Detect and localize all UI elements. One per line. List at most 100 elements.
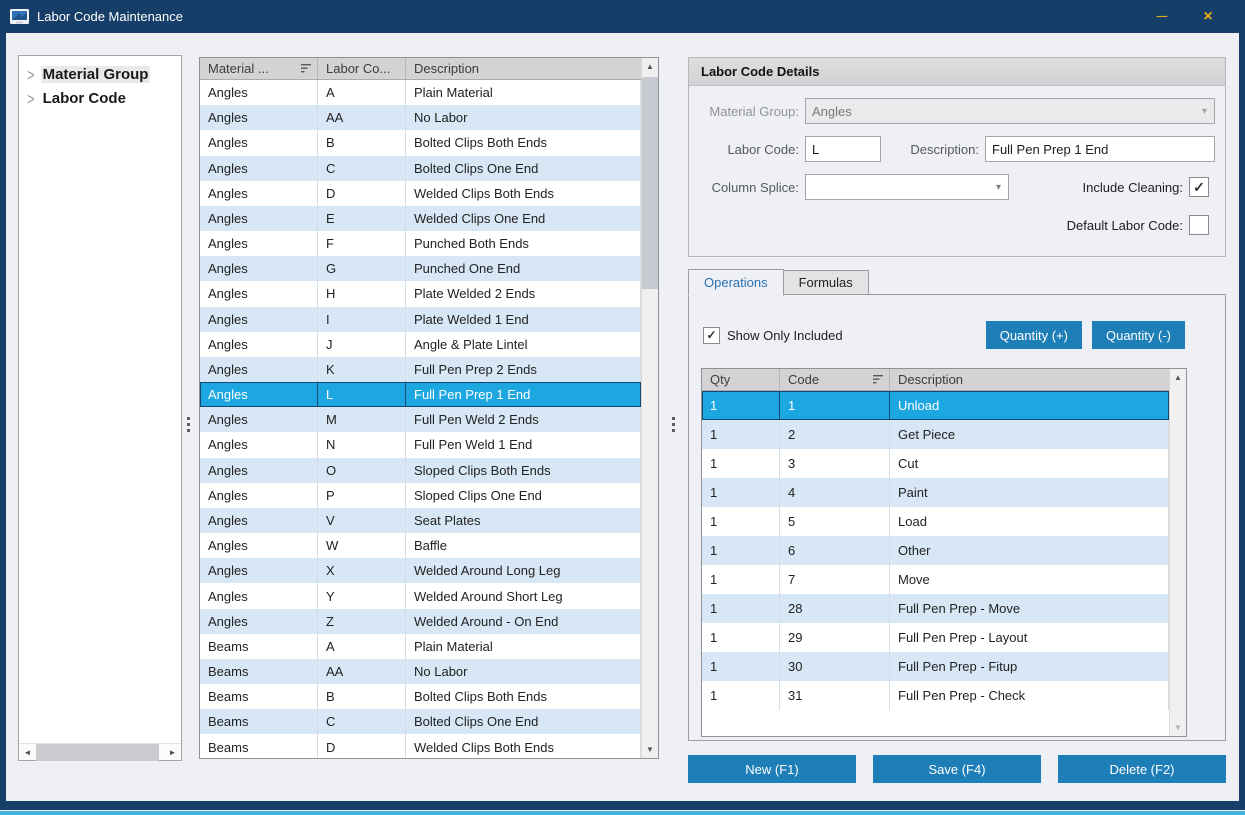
labor-grid-row[interactable]: Angles O Sloped Clips Both Ends xyxy=(200,458,641,483)
cell-code: 30 xyxy=(780,652,890,681)
operation-row[interactable]: 1 30 Full Pen Prep - Fitup xyxy=(702,652,1169,681)
description-input[interactable] xyxy=(992,137,1214,161)
tree-horizontal-scrollbar[interactable]: ◄ ► xyxy=(19,743,181,760)
labor-grid-row[interactable]: Angles X Welded Around Long Leg xyxy=(200,558,641,583)
cell-material-group: Angles xyxy=(200,80,318,105)
cell-description: Welded Around Short Leg xyxy=(406,583,641,608)
labor-grid-row[interactable]: Angles Z Welded Around - On End xyxy=(200,609,641,634)
operations-grid: Qty Code Description xyxy=(701,368,1187,737)
labor-grid-row[interactable]: Angles V Seat Plates xyxy=(200,508,641,533)
labor-grid-row[interactable]: Angles B Bolted Clips Both Ends xyxy=(200,130,641,155)
scroll-down-icon[interactable]: ▼ xyxy=(642,745,658,754)
labor-grid-row[interactable]: Angles G Punched One End xyxy=(200,256,641,281)
operation-row[interactable]: 1 2 Get Piece xyxy=(702,420,1169,449)
labor-grid-scrollbar[interactable]: ▲ ▼ xyxy=(641,58,658,758)
cell-description: Cut xyxy=(890,449,1169,478)
operations-grid-scrollbar[interactable]: ▲ ▼ xyxy=(1169,369,1186,736)
column-header-description[interactable]: Description xyxy=(406,58,641,79)
window-bottom-border xyxy=(0,801,1245,810)
operation-row[interactable]: 1 3 Cut xyxy=(702,449,1169,478)
labor-grid-row[interactable]: Angles P Sloped Clips One End xyxy=(200,483,641,508)
bottom-accent-strip xyxy=(0,810,1245,815)
column-header-material-group[interactable]: Material ... xyxy=(200,58,318,79)
labor-grid-row[interactable]: Angles Y Welded Around Short Leg xyxy=(200,583,641,608)
minimize-button[interactable]: ─ xyxy=(1139,0,1185,33)
cell-labor-code: B xyxy=(318,130,406,155)
labor-grid-row[interactable]: Angles W Baffle xyxy=(200,533,641,558)
default-labor-code-checkbox[interactable] xyxy=(1189,215,1209,235)
splitter-handle-right[interactable] xyxy=(669,409,677,439)
tab-formulas[interactable]: Formulas xyxy=(784,270,869,295)
operation-row[interactable]: 1 5 Load xyxy=(702,507,1169,536)
labor-grid-row[interactable]: Angles I Plate Welded 1 End xyxy=(200,307,641,332)
labor-code-input[interactable] xyxy=(812,137,880,161)
tree-item[interactable]: > Material Group xyxy=(19,62,181,86)
details-panel-title: Labor Code Details xyxy=(689,58,1225,86)
cell-description: Bolted Clips Both Ends xyxy=(406,684,641,709)
cell-labor-code: B xyxy=(318,684,406,709)
labor-grid-row[interactable]: Angles L Full Pen Prep 1 End xyxy=(200,382,641,407)
labor-grid-row[interactable]: Angles J Angle & Plate Lintel xyxy=(200,332,641,357)
scroll-down-icon[interactable]: ▼ xyxy=(1170,723,1186,732)
column-header-description[interactable]: Description xyxy=(890,369,1169,390)
close-button[interactable]: × xyxy=(1185,0,1231,33)
quantity-minus-button[interactable]: Quantity (-) xyxy=(1092,321,1185,349)
splitter-handle-left[interactable] xyxy=(184,409,192,439)
quantity-plus-button[interactable]: Quantity (+) xyxy=(986,321,1082,349)
labor-grid-row[interactable]: Beams D Welded Clips Both Ends xyxy=(200,734,641,758)
cell-material-group: Angles xyxy=(200,105,318,130)
cell-labor-code: O xyxy=(318,458,406,483)
chevron-right-icon[interactable]: > xyxy=(27,88,35,108)
scroll-left-icon[interactable]: ◄ xyxy=(19,748,36,757)
labor-grid-row[interactable]: Angles K Full Pen Prep 2 Ends xyxy=(200,357,641,382)
include-cleaning-checkbox[interactable]: ✓ xyxy=(1189,177,1209,197)
scroll-up-icon[interactable]: ▲ xyxy=(1170,373,1186,382)
tab-operations[interactable]: Operations xyxy=(688,269,784,296)
labor-grid-row[interactable]: Angles E Welded Clips One End xyxy=(200,206,641,231)
labor-grid-row[interactable]: Beams B Bolted Clips Both Ends xyxy=(200,684,641,709)
cell-description: No Labor xyxy=(406,659,641,684)
operation-row[interactable]: 1 7 Move xyxy=(702,565,1169,594)
delete-button[interactable]: Delete (F2) xyxy=(1058,755,1226,783)
operation-row[interactable]: 1 4 Paint xyxy=(702,478,1169,507)
operation-row[interactable]: 1 1 Unload xyxy=(702,391,1169,420)
labor-code-field[interactable] xyxy=(805,136,881,162)
description-field[interactable] xyxy=(985,136,1215,162)
dropdown-arrow-icon: ▾ xyxy=(1202,106,1207,117)
labor-grid-row[interactable]: Angles M Full Pen Weld 2 Ends xyxy=(200,407,641,432)
new-button[interactable]: New (F1) xyxy=(688,755,856,783)
tree-item[interactable]: > Labor Code xyxy=(19,86,181,110)
labor-grid-row[interactable]: Angles C Bolted Clips One End xyxy=(200,156,641,181)
operation-row[interactable]: 1 31 Full Pen Prep - Check xyxy=(702,681,1169,710)
save-button[interactable]: Save (F4) xyxy=(873,755,1041,783)
labor-grid-row[interactable]: Beams A Plain Material xyxy=(200,634,641,659)
column-splice-dropdown[interactable]: ▾ xyxy=(805,174,1009,200)
labor-grid-row[interactable]: Beams AA No Labor xyxy=(200,659,641,684)
column-header-qty[interactable]: Qty xyxy=(702,369,780,390)
column-header-labor-code[interactable]: Labor Co... xyxy=(318,58,406,79)
labor-grid-row[interactable]: Angles AA No Labor xyxy=(200,105,641,130)
client-area: > Material Group > Labor Code ◄ ► xyxy=(0,33,1245,801)
cell-code: 5 xyxy=(780,507,890,536)
cell-material-group: Angles xyxy=(200,130,318,155)
scroll-up-icon[interactable]: ▲ xyxy=(642,62,658,71)
cell-qty: 1 xyxy=(702,420,780,449)
operation-row[interactable]: 1 28 Full Pen Prep - Move xyxy=(702,594,1169,623)
labor-grid-row[interactable]: Angles H Plate Welded 2 Ends xyxy=(200,281,641,306)
operation-row[interactable]: 1 29 Full Pen Prep - Layout xyxy=(702,623,1169,652)
operation-row[interactable]: 1 6 Other xyxy=(702,536,1169,565)
cell-code: 1 xyxy=(780,391,890,420)
labor-grid-row[interactable]: Beams C Bolted Clips One End xyxy=(200,709,641,734)
action-button-row: New (F1) Save (F4) Delete (F2) xyxy=(688,755,1226,783)
app-icon xyxy=(10,9,29,25)
scrollbar-thumb[interactable] xyxy=(36,744,159,761)
show-only-included-checkbox[interactable]: ✓ xyxy=(703,327,720,344)
labor-grid-row[interactable]: Angles D Welded Clips Both Ends xyxy=(200,181,641,206)
scroll-right-icon[interactable]: ► xyxy=(164,748,181,757)
labor-grid-row[interactable]: Angles F Punched Both Ends xyxy=(200,231,641,256)
chevron-right-icon[interactable]: > xyxy=(27,64,35,84)
column-header-code[interactable]: Code xyxy=(780,369,890,390)
labor-grid-row[interactable]: Angles N Full Pen Weld 1 End xyxy=(200,432,641,457)
labor-grid-row[interactable]: Angles A Plain Material xyxy=(200,80,641,105)
scrollbar-thumb[interactable] xyxy=(642,77,658,289)
